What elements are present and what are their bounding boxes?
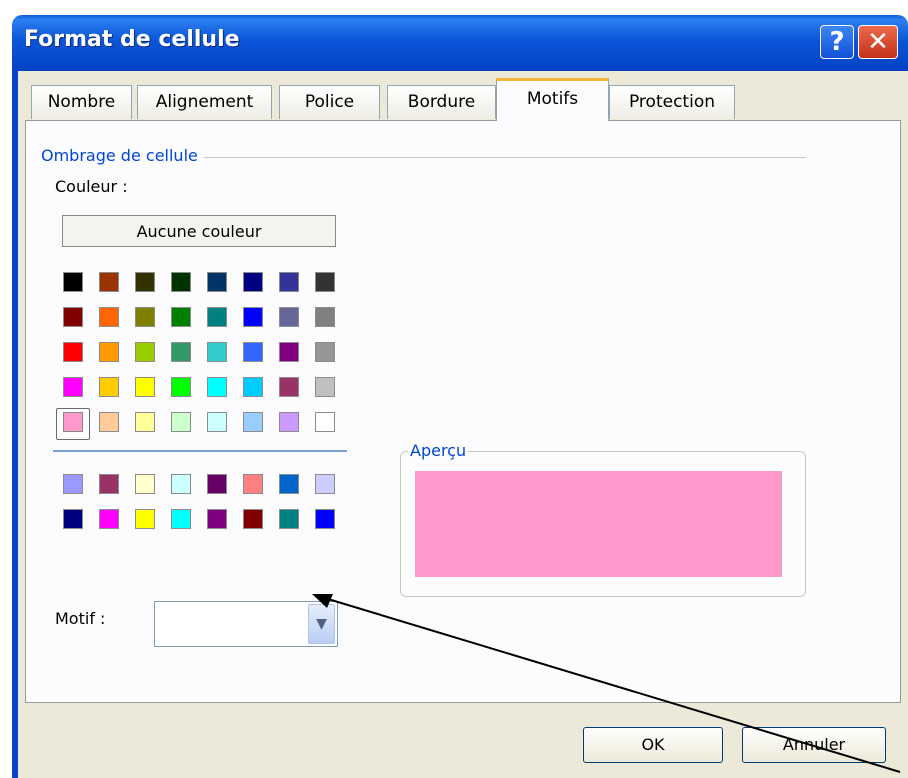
tab-nombre[interactable]: Nombre xyxy=(31,85,132,119)
color-swatch[interactable] xyxy=(243,307,263,327)
tab-motifs[interactable]: Motifs xyxy=(496,78,609,121)
color-swatch[interactable] xyxy=(171,272,191,292)
help-button[interactable]: ? xyxy=(820,25,854,59)
cancel-button[interactable]: Annuler xyxy=(742,727,886,763)
color-swatch[interactable] xyxy=(171,377,191,397)
color-swatch[interactable] xyxy=(315,377,335,397)
color-swatch[interactable] xyxy=(135,272,155,292)
preview-label: Aperçu xyxy=(408,441,469,460)
color-swatch[interactable] xyxy=(171,509,191,529)
color-swatch[interactable] xyxy=(171,474,191,494)
color-swatch[interactable] xyxy=(315,474,335,494)
tab-alignement[interactable]: Alignement xyxy=(137,85,272,119)
color-swatch[interactable] xyxy=(207,474,227,494)
color-swatch[interactable] xyxy=(135,509,155,529)
color-swatch[interactable] xyxy=(207,377,227,397)
pattern-label: Motif : xyxy=(55,609,106,628)
color-swatch[interactable] xyxy=(99,272,119,292)
selected-color-frame xyxy=(56,408,90,440)
color-swatch[interactable] xyxy=(63,307,83,327)
tab-protection[interactable]: Protection xyxy=(609,85,735,119)
motifs-panel: Ombrage de cellule Couleur : Aucune coul… xyxy=(25,120,901,703)
color-swatch[interactable] xyxy=(207,412,227,432)
tab-police[interactable]: Police xyxy=(279,85,380,119)
tab-bordure[interactable]: Bordure xyxy=(387,85,496,119)
ok-button[interactable]: OK xyxy=(583,727,723,763)
palette-separator xyxy=(53,450,347,452)
color-swatch[interactable] xyxy=(207,272,227,292)
color-swatch[interactable] xyxy=(279,509,299,529)
window-title: Format de cellule xyxy=(24,27,240,52)
color-swatch[interactable] xyxy=(135,377,155,397)
color-swatch[interactable] xyxy=(63,342,83,362)
preview-swatch xyxy=(415,471,782,577)
color-swatch[interactable] xyxy=(315,272,335,292)
color-swatch[interactable] xyxy=(171,342,191,362)
color-swatch[interactable] xyxy=(135,474,155,494)
color-swatch[interactable] xyxy=(135,342,155,362)
color-swatch[interactable] xyxy=(315,509,335,529)
pattern-dropdown[interactable]: ▼ xyxy=(154,601,338,647)
color-swatch[interactable] xyxy=(99,509,119,529)
format-cells-window: Format de cellule ? ✕ Nombre Alignement … xyxy=(0,0,908,778)
color-swatch[interactable] xyxy=(315,307,335,327)
color-swatch[interactable] xyxy=(243,412,263,432)
color-swatch[interactable] xyxy=(99,342,119,362)
color-swatch[interactable] xyxy=(279,377,299,397)
color-swatch[interactable] xyxy=(279,412,299,432)
close-button[interactable]: ✕ xyxy=(858,25,898,59)
color-swatch[interactable] xyxy=(315,412,335,432)
color-swatch[interactable] xyxy=(171,412,191,432)
color-swatch[interactable] xyxy=(243,272,263,292)
no-color-button[interactable]: Aucune couleur xyxy=(62,215,336,247)
color-label: Couleur : xyxy=(55,177,128,196)
color-swatch[interactable] xyxy=(135,412,155,432)
color-swatch[interactable] xyxy=(279,342,299,362)
color-swatch[interactable] xyxy=(279,307,299,327)
color-swatch[interactable] xyxy=(135,307,155,327)
color-swatch[interactable] xyxy=(243,377,263,397)
color-swatch[interactable] xyxy=(99,412,119,432)
dialog-body: Nombre Alignement Police Bordure Motifs … xyxy=(18,71,908,778)
color-swatch[interactable] xyxy=(243,474,263,494)
color-swatch[interactable] xyxy=(315,342,335,362)
color-swatch[interactable] xyxy=(207,342,227,362)
title-bar[interactable]: Format de cellule ? ✕ xyxy=(12,15,908,71)
color-swatch[interactable] xyxy=(279,272,299,292)
color-swatch[interactable] xyxy=(207,509,227,529)
color-swatch[interactable] xyxy=(279,474,299,494)
color-swatch[interactable] xyxy=(99,307,119,327)
color-swatch[interactable] xyxy=(63,474,83,494)
color-swatch[interactable] xyxy=(63,272,83,292)
color-swatch[interactable] xyxy=(243,342,263,362)
color-swatch[interactable] xyxy=(99,377,119,397)
color-swatch[interactable] xyxy=(243,509,263,529)
color-swatch[interactable] xyxy=(99,474,119,494)
color-swatch[interactable] xyxy=(63,509,83,529)
color-swatch[interactable] xyxy=(171,307,191,327)
cell-shading-group-label: Ombrage de cellule xyxy=(41,146,204,165)
color-swatch[interactable] xyxy=(207,307,227,327)
color-swatch[interactable] xyxy=(63,377,83,397)
chevron-down-icon[interactable]: ▼ xyxy=(308,604,335,644)
